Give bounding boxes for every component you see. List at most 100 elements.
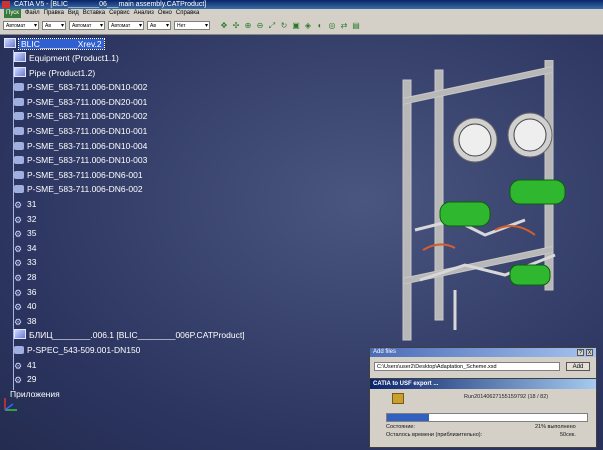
part-icon bbox=[14, 112, 24, 121]
pan-icon[interactable]: ✣ bbox=[231, 21, 241, 31]
zoom-in-icon[interactable]: ⊕ bbox=[243, 21, 253, 31]
tree-node[interactable]: P-SME_583-711.006-DN6-002 bbox=[14, 183, 143, 195]
hide-show-icon[interactable]: ◎ bbox=[327, 21, 337, 31]
tree-node[interactable]: ⚙ 41 bbox=[14, 359, 36, 371]
tree-node-label: P-SME_583-711.006-DN10-004 bbox=[27, 140, 148, 151]
gear-icon: ⚙ bbox=[14, 200, 23, 210]
tree-node-label: 34 bbox=[27, 242, 37, 253]
tree-node[interactable]: P-SME_583-711.006-DN10-004 bbox=[14, 140, 147, 152]
export-title: CATIA to USF export ... bbox=[370, 379, 596, 389]
menu-item[interactable]: Пуск bbox=[4, 9, 21, 18]
tree-node-label: 41 bbox=[27, 359, 37, 370]
window-title: CATIA V5 - [BLIC________06___main assemb… bbox=[14, 1, 207, 8]
swap-icon[interactable]: ⇄ bbox=[339, 21, 349, 31]
tree-node[interactable]: P-SME_583-711.006-DN6-001 bbox=[14, 169, 143, 181]
compass-axis-icon[interactable] bbox=[2, 396, 20, 414]
part-icon bbox=[14, 97, 24, 106]
product-icon bbox=[14, 329, 26, 340]
tree-node-label: 28 bbox=[27, 272, 37, 282]
menu-item[interactable]: Правка bbox=[44, 9, 64, 18]
normal-view-icon[interactable]: ▣ bbox=[291, 21, 301, 31]
zoom-out-icon[interactable]: ⊖ bbox=[255, 21, 265, 31]
gear-icon: ⚙ bbox=[14, 287, 23, 298]
menu-item[interactable]: Окно bbox=[158, 9, 172, 18]
export-progress-dialog: CATIA to USF export ... Run2014062715515… bbox=[369, 378, 597, 448]
move-icon[interactable]: ✥ bbox=[219, 21, 229, 31]
add-files-titlebar: Add files ? X bbox=[370, 348, 596, 357]
part-icon bbox=[14, 141, 24, 150]
title-bar: CATIA V5 - [BLIC________06___main assemb… bbox=[0, 0, 603, 9]
tree-node-label: 29 bbox=[27, 374, 37, 385]
fit-icon[interactable]: ⤢ bbox=[267, 21, 277, 31]
tree-node[interactable]: ⚙ 33 bbox=[14, 256, 36, 268]
tree-node[interactable]: ⚙ 32 bbox=[14, 213, 36, 225]
help-button[interactable]: ? bbox=[577, 349, 584, 356]
add-button[interactable]: Add bbox=[566, 362, 590, 371]
tree-node[interactable]: ⚙ 40 bbox=[14, 300, 36, 312]
toolbar-combo[interactable]: Ав bbox=[147, 21, 171, 31]
remaining-label: Осталось времени (приблизительно): bbox=[386, 432, 483, 438]
tree-node-label: 38 bbox=[27, 315, 37, 326]
tree-node-label: P-SME_583-711.006-DN6-002 bbox=[27, 184, 143, 195]
tree-node[interactable]: P-SME_583-711.006-DN10-002 bbox=[14, 81, 147, 93]
gear-icon: ⚙ bbox=[14, 302, 23, 313]
tree-node-label: P-SME_583-711.006-DN6-001 bbox=[27, 169, 143, 180]
tree-node[interactable]: ⚙ 34 bbox=[14, 242, 36, 254]
tree-node-label: 40 bbox=[27, 301, 37, 312]
tree-node[interactable]: P-SME_583-711.006-DN20-002 bbox=[14, 110, 147, 122]
tree-node[interactable]: ⚙ 29 bbox=[14, 373, 36, 385]
toolbar-combo[interactable]: Автомат bbox=[3, 21, 39, 31]
close-button[interactable]: X bbox=[586, 349, 593, 356]
gear-icon: ⚙ bbox=[14, 258, 23, 269]
toolbar-combo[interactable]: Автомат bbox=[108, 21, 144, 31]
frame-top-beam bbox=[402, 65, 554, 105]
tree-node-label: P-SPEC_543-509.001-DN150 bbox=[27, 345, 141, 355]
toolbar-combo[interactable]: Нет bbox=[174, 21, 210, 31]
tree-node-label: P-SME_583-711.006-DN10-003 bbox=[27, 155, 148, 166]
menu-item[interactable]: Вставка bbox=[83, 9, 105, 18]
menu-item[interactable]: Справка bbox=[176, 9, 200, 18]
tree-node-label: 36 bbox=[27, 286, 37, 297]
tree-node[interactable]: BLIC________Xrev.2 bbox=[4, 38, 105, 50]
tree-node[interactable]: ⚙ 35 bbox=[14, 227, 36, 239]
toolbar: АвтоматАвАвтоматАвтоматАвНет✥✣⊕⊖⤢↻▣◈◐◎⇄▤ bbox=[0, 18, 603, 35]
spec-icon[interactable]: ▤ bbox=[351, 21, 361, 31]
3d-assembly-model[interactable] bbox=[395, 60, 595, 350]
green-valve-1 bbox=[439, 201, 491, 227]
part-icon bbox=[14, 170, 24, 179]
tree-node[interactable]: P-SME_583-711.006-DN10-003 bbox=[14, 154, 147, 166]
tree-node[interactable]: P-SME_583-711.006-DN20-001 bbox=[14, 96, 147, 108]
catia-app-icon bbox=[2, 1, 10, 8]
toolbar-combo[interactable]: Ав bbox=[42, 21, 66, 31]
tree-node[interactable]: ⚙ 28 bbox=[14, 271, 36, 283]
gear-icon: ⚙ bbox=[14, 243, 23, 254]
tree-node[interactable]: ⚙ 38 bbox=[14, 315, 36, 327]
tree-node-label: P-SME_583-711.006-DN20-002 bbox=[27, 111, 148, 122]
gear-icon: ⚙ bbox=[14, 273, 23, 283]
menu-item[interactable]: Сервис bbox=[109, 9, 130, 18]
green-valve-3 bbox=[509, 264, 551, 286]
export-run-id: Run20140627155159792 (18 / 82) bbox=[464, 394, 549, 400]
tree-node[interactable]: ⚙ 31 bbox=[14, 198, 36, 210]
menu-item[interactable]: Анализ bbox=[134, 9, 154, 18]
product-icon bbox=[4, 38, 16, 48]
tree-node[interactable]: БЛИЦ________.006.1 [BLIC________006P.CAT… bbox=[14, 329, 245, 341]
part-icon bbox=[14, 83, 24, 92]
iso-view-icon[interactable]: ◈ bbox=[303, 21, 313, 31]
render-icon[interactable]: ◐ bbox=[315, 21, 325, 31]
state-value: 21% выполнено bbox=[535, 424, 576, 430]
tree-node-label: 32 bbox=[27, 213, 37, 224]
tree-node[interactable]: P-SPEC_543-509.001-DN150 bbox=[14, 344, 140, 356]
tree-node[interactable]: Pipe (Product1.2) bbox=[14, 66, 96, 79]
tree-node[interactable]: P-SME_583-711.006-DN10-001 bbox=[14, 125, 147, 137]
frame-mid-post bbox=[434, 69, 444, 321]
tree-node-label: Pipe (Product1.2) bbox=[29, 67, 96, 78]
file-path-input[interactable]: C:\Users\user2\Desktop\Adaptation_Scheme… bbox=[374, 362, 560, 371]
menu-item[interactable]: Файл bbox=[25, 9, 40, 18]
rotate-icon[interactable]: ↻ bbox=[279, 21, 289, 31]
toolbar-combo[interactable]: Автомат bbox=[69, 21, 105, 31]
menu-item[interactable]: Вид bbox=[68, 9, 79, 18]
tree-node-label: 33 bbox=[27, 257, 37, 268]
tree-node[interactable]: Equipment (Product1.1) bbox=[14, 52, 119, 64]
tree-node[interactable]: ⚙ 36 bbox=[14, 286, 36, 298]
